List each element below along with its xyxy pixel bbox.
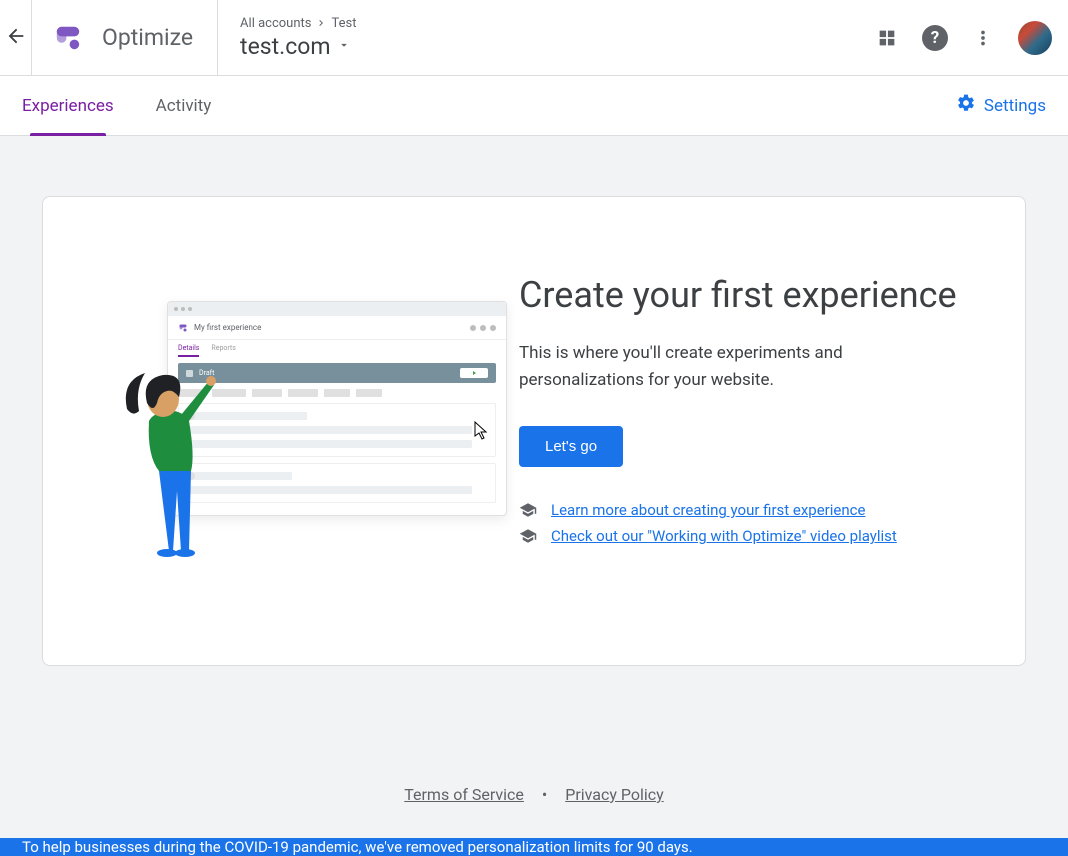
- help-links: Learn more about creating your first exp…: [519, 501, 969, 545]
- education-icon: [519, 527, 537, 545]
- mock-tab-details: Details: [178, 344, 199, 357]
- account-avatar[interactable]: [1018, 21, 1052, 55]
- hero-content: Create your first experience This is whe…: [519, 237, 969, 625]
- mock-tab-reports: Reports: [211, 344, 235, 357]
- caret-down-icon: [337, 37, 351, 56]
- gear-icon: [956, 93, 976, 118]
- help-icon[interactable]: ?: [922, 25, 948, 51]
- product-logo-area[interactable]: Optimize: [32, 0, 218, 75]
- footer-separator: •: [542, 785, 547, 804]
- app-header: Optimize All accounts Test test.com ?: [0, 0, 1068, 76]
- more-vert-icon[interactable]: [972, 27, 994, 49]
- tabs: Experiences Activity: [22, 76, 956, 136]
- settings-label: Settings: [984, 96, 1046, 116]
- banner-text: To help businesses during the COVID-19 p…: [22, 838, 693, 856]
- site-name: test.com: [240, 33, 331, 60]
- hero-description: This is where you'll create experiments …: [519, 340, 969, 394]
- terms-link[interactable]: Terms of Service: [404, 785, 524, 804]
- apps-icon[interactable]: [876, 27, 898, 49]
- back-button[interactable]: [0, 0, 32, 75]
- link-row-learn-more: Learn more about creating your first exp…: [519, 501, 969, 519]
- info-banner: To help businesses during the COVID-19 p…: [0, 838, 1068, 856]
- header-actions: ?: [876, 21, 1052, 55]
- tab-experiences[interactable]: Experiences: [22, 76, 114, 136]
- breadcrumb-leaf: Test: [331, 16, 356, 31]
- link-row-video: Check out our "Working with Optimize" vi…: [519, 527, 969, 545]
- settings-link[interactable]: Settings: [956, 93, 1046, 118]
- hero-title: Create your first experience: [519, 273, 969, 318]
- arrow-left-icon: [5, 25, 27, 51]
- chevron-right-icon: [315, 17, 327, 29]
- avatar-image: [1018, 21, 1052, 55]
- breadcrumb-root: All accounts: [240, 16, 311, 31]
- optimize-logo-icon: [52, 22, 84, 54]
- empty-state-card: My first experience Details Reports Draf…: [42, 196, 1026, 666]
- illustration-person: [119, 361, 229, 561]
- education-icon: [519, 501, 537, 519]
- breadcrumb-area: All accounts Test test.com: [218, 16, 876, 60]
- main: My first experience Details Reports Draf…: [0, 136, 1068, 856]
- privacy-link[interactable]: Privacy Policy: [565, 785, 664, 804]
- illustration-area: My first experience Details Reports Draf…: [99, 237, 519, 625]
- mock-title: My first experience: [194, 323, 261, 332]
- video-playlist-link[interactable]: Check out our "Working with Optimize" vi…: [551, 527, 897, 545]
- site-selector[interactable]: test.com: [240, 33, 876, 60]
- lets-go-button[interactable]: Let's go: [519, 426, 623, 467]
- footer-links: Terms of Service • Privacy Policy: [0, 785, 1068, 804]
- tabs-row: Experiences Activity Settings: [0, 76, 1068, 136]
- product-name: Optimize: [102, 24, 193, 51]
- tab-activity[interactable]: Activity: [156, 76, 212, 136]
- learn-more-link[interactable]: Learn more about creating your first exp…: [551, 501, 865, 519]
- breadcrumb[interactable]: All accounts Test: [240, 16, 876, 31]
